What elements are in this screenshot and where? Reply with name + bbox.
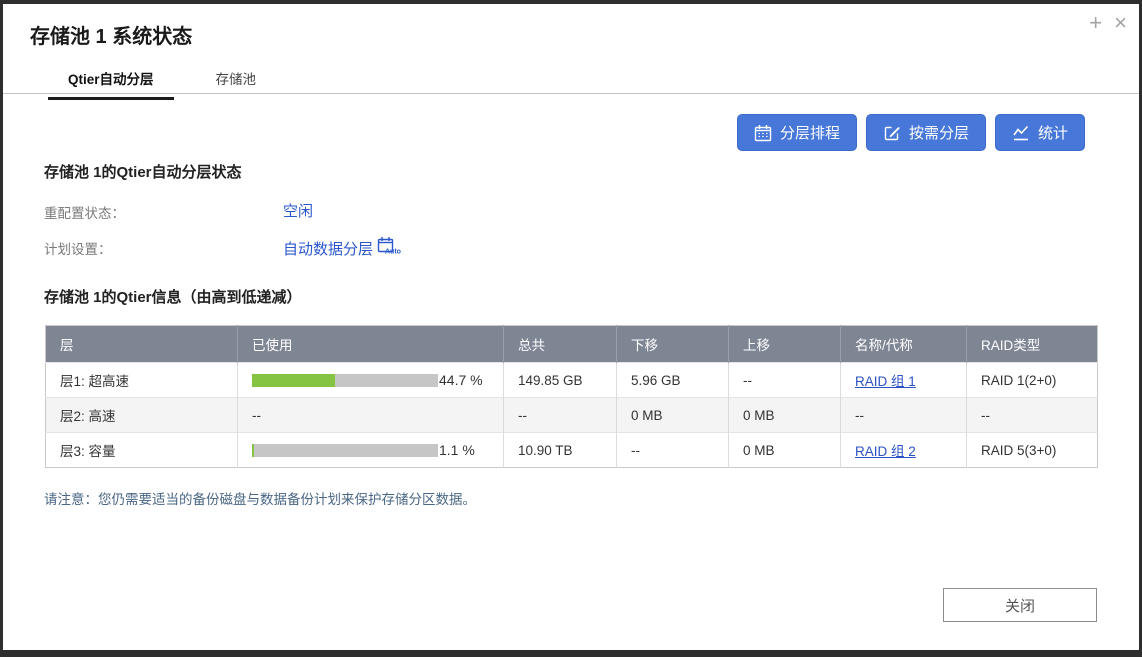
usage-percent-label: 44.7 % xyxy=(439,372,483,388)
cell-raid-type: -- xyxy=(967,398,1098,433)
tab-storage-pool[interactable]: 存储池 xyxy=(196,64,277,100)
svg-text:Auto: Auto xyxy=(385,249,401,256)
cell-total: -- xyxy=(504,398,617,433)
reconfig-status-row: 重配置状态： 空闲 xyxy=(44,202,125,223)
window-controls: + × xyxy=(1089,10,1127,36)
raid-group-link[interactable]: RAID 组 1 xyxy=(855,374,916,389)
tiering-schedule-button[interactable]: 分层排程 xyxy=(737,114,857,151)
calendar-icon xyxy=(754,124,772,142)
qtier-info-heading: 存储池 1的Qtier信息（由高到低递减） xyxy=(44,286,302,307)
close-icon[interactable]: × xyxy=(1114,10,1127,36)
column-header: 已使用 xyxy=(238,326,504,363)
cell-tier: 层2: 高速 xyxy=(46,398,238,433)
table-body: 层1: 超高速44.7 %149.85 GB5.96 GB--RAID 组 1R… xyxy=(46,363,1098,468)
schedule-setting-label: 计划设置： xyxy=(44,242,112,257)
cell-move-down: 5.96 GB xyxy=(617,363,729,398)
reconfig-status-value: 空闲 xyxy=(283,200,683,221)
toolbar: 分层排程 按需分层 统计 xyxy=(737,114,1085,151)
tabs-divider xyxy=(3,93,1139,94)
table-row: 层3: 容量 1.1 % 10.90 TB--0 MB RAID 组 2 RAID 5(… xyxy=(46,433,1098,468)
cell-tier: 层1: 超高速 xyxy=(46,363,238,398)
line-chart-icon xyxy=(1012,124,1030,142)
usage-progress-bar xyxy=(252,444,438,457)
calendar-auto-icon: Auto xyxy=(377,236,401,260)
cell-name-alias: RAID 组 2 xyxy=(841,433,967,468)
column-header: 名称/代称 xyxy=(841,326,967,363)
cell-total: 10.90 TB xyxy=(504,433,617,468)
column-header: RAID类型 xyxy=(967,326,1098,363)
statistics-label: 统计 xyxy=(1038,122,1068,143)
qtier-info-table: 层已使用总共下移上移名称/代称RAID类型 层1: 超高速 44.7 % 149.8… xyxy=(45,325,1098,468)
cell-used: -- xyxy=(238,398,504,433)
cell-move-up: -- xyxy=(729,363,841,398)
storage-pool-status-dialog: 存储池 1 系统状态 + × Qtier自动分层 存储池 xyxy=(3,4,1139,650)
tab-qtier-auto-tiering[interactable]: Qtier自动分层 xyxy=(48,64,174,100)
table-header-row: 层已使用总共下移上移名称/代称RAID类型 xyxy=(46,326,1098,363)
schedule-setting-row: 计划设置： 自动数据分层 Auto xyxy=(44,238,112,259)
dialog-title: 存储池 1 系统状态 xyxy=(30,20,192,49)
cell-raid-type: RAID 1(2+0) xyxy=(967,363,1098,398)
cell-move-down: 0 MB xyxy=(617,398,729,433)
maximize-icon[interactable]: + xyxy=(1089,10,1102,36)
backup-note: 请注意：您仍需要适当的备份磁盘与数据备份计划来保护存储分区数据。 xyxy=(44,488,476,508)
usage-percent-label: 1.1 % xyxy=(439,442,475,458)
edit-icon xyxy=(883,124,901,142)
statistics-button[interactable]: 统计 xyxy=(995,114,1085,151)
cell-used: 44.7 % xyxy=(238,363,504,398)
schedule-setting-value: 自动数据分层 Auto xyxy=(283,236,683,260)
column-header: 上移 xyxy=(729,326,841,363)
table-row: 层1: 超高速 44.7 % 149.85 GB5.96 GB-- RAID 组 1 R… xyxy=(46,363,1098,398)
raid-group-link[interactable]: RAID 组 2 xyxy=(855,444,916,459)
cell-name-alias: RAID 组 1 xyxy=(841,363,967,398)
cell-used: 1.1 % xyxy=(238,433,504,468)
cell-tier: 层3: 容量 xyxy=(46,433,238,468)
qtier-status-heading: 存储池 1的Qtier自动分层状态 xyxy=(44,161,242,182)
column-header: 层 xyxy=(46,326,238,363)
cell-move-up: 0 MB xyxy=(729,398,841,433)
cell-total: 149.85 GB xyxy=(504,363,617,398)
table-row: 层2: 高速----0 MB0 MB---- xyxy=(46,398,1098,433)
tier-on-demand-button[interactable]: 按需分层 xyxy=(866,114,986,151)
cell-raid-type: RAID 5(3+0) xyxy=(967,433,1098,468)
tiering-schedule-label: 分层排程 xyxy=(780,122,840,143)
usage-progress-bar xyxy=(252,374,438,387)
cell-name-alias: -- xyxy=(841,398,967,433)
column-header: 下移 xyxy=(617,326,729,363)
cell-move-up: 0 MB xyxy=(729,433,841,468)
reconfig-status-label: 重配置状态： xyxy=(44,206,125,221)
tier-on-demand-label: 按需分层 xyxy=(909,122,969,143)
tab-bar: Qtier自动分层 存储池 xyxy=(48,64,276,100)
cell-move-down: -- xyxy=(617,433,729,468)
close-button[interactable]: 关闭 xyxy=(943,588,1097,622)
column-header: 总共 xyxy=(504,326,617,363)
